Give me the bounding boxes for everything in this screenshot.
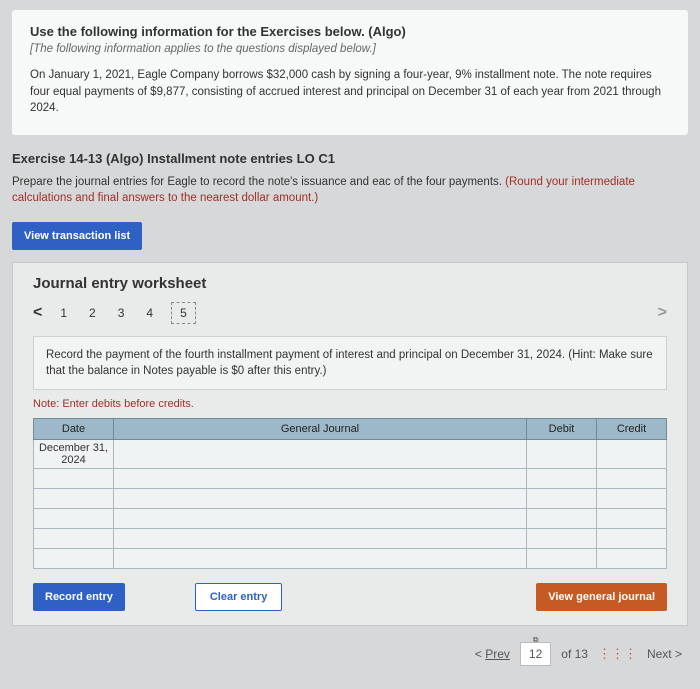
credit-cell[interactable] — [597, 529, 667, 549]
worksheet-button-row: Record entry Clear entry View general jo… — [33, 583, 667, 611]
debits-before-credits-note: Note: Enter debits before credits. — [33, 398, 667, 410]
page-current: 12 — [529, 647, 542, 661]
debit-cell[interactable] — [527, 529, 597, 549]
grid-icon[interactable]: ⋮⋮⋮ — [598, 646, 637, 662]
view-transaction-list-button[interactable]: View transaction list — [12, 222, 142, 250]
date-cell[interactable] — [34, 529, 114, 549]
next-button[interactable]: Next > — [647, 647, 682, 661]
view-general-journal-button[interactable]: View general journal — [536, 583, 667, 611]
page-indicator: ⧉ 12 — [520, 642, 551, 666]
account-cell[interactable] — [114, 489, 527, 509]
entry-instruction: Record the payment of the fourth install… — [33, 336, 667, 390]
info-subtitle: [The following information applies to th… — [30, 43, 670, 55]
credit-cell[interactable] — [597, 509, 667, 529]
table-row — [34, 509, 667, 529]
prev-label: Prev — [485, 647, 510, 661]
table-row — [34, 489, 667, 509]
chevron-right-icon[interactable]: > — [658, 304, 667, 322]
pagination-footer: < Prev ⧉ 12 of 13 ⋮⋮⋮ Next > — [0, 634, 700, 666]
tab-5[interactable]: 5 — [171, 302, 196, 324]
date-cell[interactable] — [34, 469, 114, 489]
record-entry-button[interactable]: Record entry — [33, 583, 125, 611]
tab-3[interactable]: 3 — [114, 304, 129, 322]
exercise-heading: Exercise 14-13 (Algo) Installment note e… — [0, 135, 700, 174]
date-cell[interactable] — [34, 509, 114, 529]
info-box: Use the following information for the Ex… — [12, 10, 688, 135]
credit-cell[interactable] — [597, 440, 667, 469]
clear-entry-button[interactable]: Clear entry — [195, 583, 282, 611]
account-cell[interactable] — [114, 529, 527, 549]
table-row — [34, 529, 667, 549]
date-cell[interactable] — [34, 549, 114, 569]
credit-cell[interactable] — [597, 469, 667, 489]
debit-cell[interactable] — [527, 509, 597, 529]
question-lead: Prepare the journal entries for Eagle to… — [12, 176, 505, 188]
link-icon: ⧉ — [533, 635, 539, 645]
credit-cell[interactable] — [597, 549, 667, 569]
tab-4[interactable]: 4 — [142, 304, 157, 322]
account-cell[interactable] — [114, 509, 527, 529]
credit-cell[interactable] — [597, 489, 667, 509]
table-row — [34, 549, 667, 569]
col-general-journal-header: General Journal — [114, 419, 527, 440]
info-title: Use the following information for the Ex… — [30, 24, 670, 39]
debit-cell[interactable] — [527, 440, 597, 469]
debit-cell[interactable] — [527, 549, 597, 569]
account-cell[interactable] — [114, 469, 527, 489]
table-row — [34, 469, 667, 489]
table-row: December 31, 2024 — [34, 440, 667, 469]
worksheet-tabs: < 1 2 3 4 5 > — [33, 302, 667, 324]
chevron-left-icon[interactable]: < — [33, 304, 42, 322]
tab-2[interactable]: 2 — [85, 304, 100, 322]
account-cell[interactable] — [114, 549, 527, 569]
prev-button[interactable]: < Prev — [475, 647, 510, 661]
next-label: Next — [647, 647, 672, 661]
journal-entry-worksheet: Journal entry worksheet < 1 2 3 4 5 > Re… — [12, 262, 688, 626]
debit-cell[interactable] — [527, 489, 597, 509]
col-date-header: Date — [34, 419, 114, 440]
info-body: On January 1, 2021, Eagle Company borrow… — [30, 67, 670, 117]
debit-cell[interactable] — [527, 469, 597, 489]
question-text: Prepare the journal entries for Eagle to… — [0, 174, 700, 218]
account-cell[interactable] — [114, 440, 527, 469]
journal-entry-table: Date General Journal Debit Credit Decemb… — [33, 418, 667, 569]
col-debit-header: Debit — [527, 419, 597, 440]
tab-1[interactable]: 1 — [56, 304, 71, 322]
col-credit-header: Credit — [597, 419, 667, 440]
date-cell[interactable] — [34, 489, 114, 509]
worksheet-title: Journal entry worksheet — [33, 275, 667, 292]
page-total: of 13 — [561, 647, 588, 661]
date-cell[interactable]: December 31, 2024 — [34, 440, 114, 469]
